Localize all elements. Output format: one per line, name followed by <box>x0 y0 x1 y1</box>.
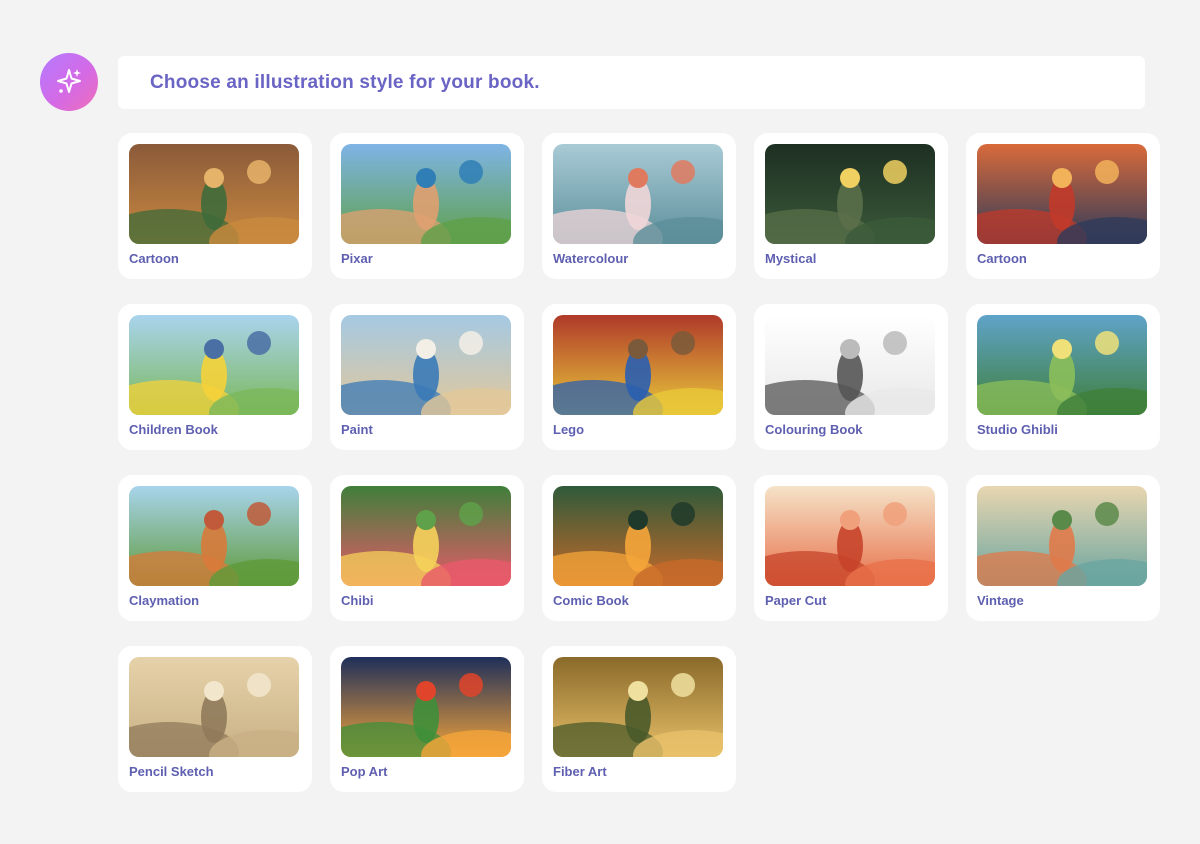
style-thumbnail <box>129 657 299 757</box>
style-label: Lego <box>553 422 585 437</box>
style-label: Paint <box>341 422 373 437</box>
style-thumbnail <box>341 486 511 586</box>
style-thumbnail <box>129 144 299 244</box>
style-label: Pop Art <box>341 764 388 779</box>
style-card[interactable]: Chibi <box>330 475 524 621</box>
style-card[interactable]: Pop Art <box>330 646 524 792</box>
style-label: Claymation <box>129 593 200 608</box>
style-card[interactable]: Lego <box>542 304 736 450</box>
sparkles-icon <box>57 69 81 93</box>
style-label: Vintage <box>977 593 1024 608</box>
style-label: Pixar <box>341 251 373 266</box>
style-card[interactable]: Colouring Book <box>754 304 948 450</box>
style-label: Studio Ghibli <box>977 422 1058 437</box>
style-card[interactable]: Paint <box>330 304 524 450</box>
style-card[interactable]: Paper Cut <box>754 475 948 621</box>
style-thumbnail <box>129 315 299 415</box>
style-thumbnail <box>129 486 299 586</box>
style-thumbnail <box>341 144 511 244</box>
style-card[interactable]: Children Book <box>118 304 312 450</box>
prompt-message: Choose an illustration style for your bo… <box>118 56 1145 109</box>
style-label: Children Book <box>129 422 218 437</box>
style-thumbnail <box>977 315 1147 415</box>
style-label: Colouring Book <box>765 422 863 437</box>
style-label: Cartoon <box>977 251 1027 266</box>
style-card[interactable]: Pixar <box>330 133 524 279</box>
style-card[interactable]: Watercolour <box>542 133 736 279</box>
style-label: Mystical <box>765 251 817 266</box>
style-label: Comic Book <box>553 593 629 608</box>
style-label: Chibi <box>341 593 374 608</box>
assistant-avatar <box>40 53 98 111</box>
style-card[interactable]: Mystical <box>754 133 948 279</box>
style-card[interactable]: Comic Book <box>542 475 736 621</box>
style-thumbnail <box>765 315 935 415</box>
style-card[interactable]: Cartoon <box>118 133 312 279</box>
style-label: Paper Cut <box>765 593 827 608</box>
style-label: Pencil Sketch <box>129 764 214 779</box>
prompt-text: Choose an illustration style for your bo… <box>150 71 540 93</box>
style-grid: Cartoon Pixar Watercolour Mystical Cartoon Ch… <box>118 133 1160 792</box>
style-thumbnail <box>553 144 723 244</box>
style-card[interactable]: Cartoon <box>966 133 1160 279</box>
style-thumbnail <box>553 315 723 415</box>
style-thumbnail <box>977 486 1147 586</box>
style-thumbnail <box>977 144 1147 244</box>
style-card[interactable]: Claymation <box>118 475 312 621</box>
style-thumbnail <box>765 486 935 586</box>
style-thumbnail <box>341 315 511 415</box>
style-label: Watercolour <box>553 251 629 266</box>
style-thumbnail <box>765 144 935 244</box>
style-thumbnail <box>341 657 511 757</box>
style-label: Fiber Art <box>553 764 607 779</box>
style-label: Cartoon <box>129 251 179 266</box>
style-card[interactable]: Pencil Sketch <box>118 646 312 792</box>
style-thumbnail <box>553 486 723 586</box>
style-card[interactable]: Fiber Art <box>542 646 736 792</box>
style-card[interactable]: Vintage <box>966 475 1160 621</box>
style-thumbnail <box>553 657 723 757</box>
style-card[interactable]: Studio Ghibli <box>966 304 1160 450</box>
